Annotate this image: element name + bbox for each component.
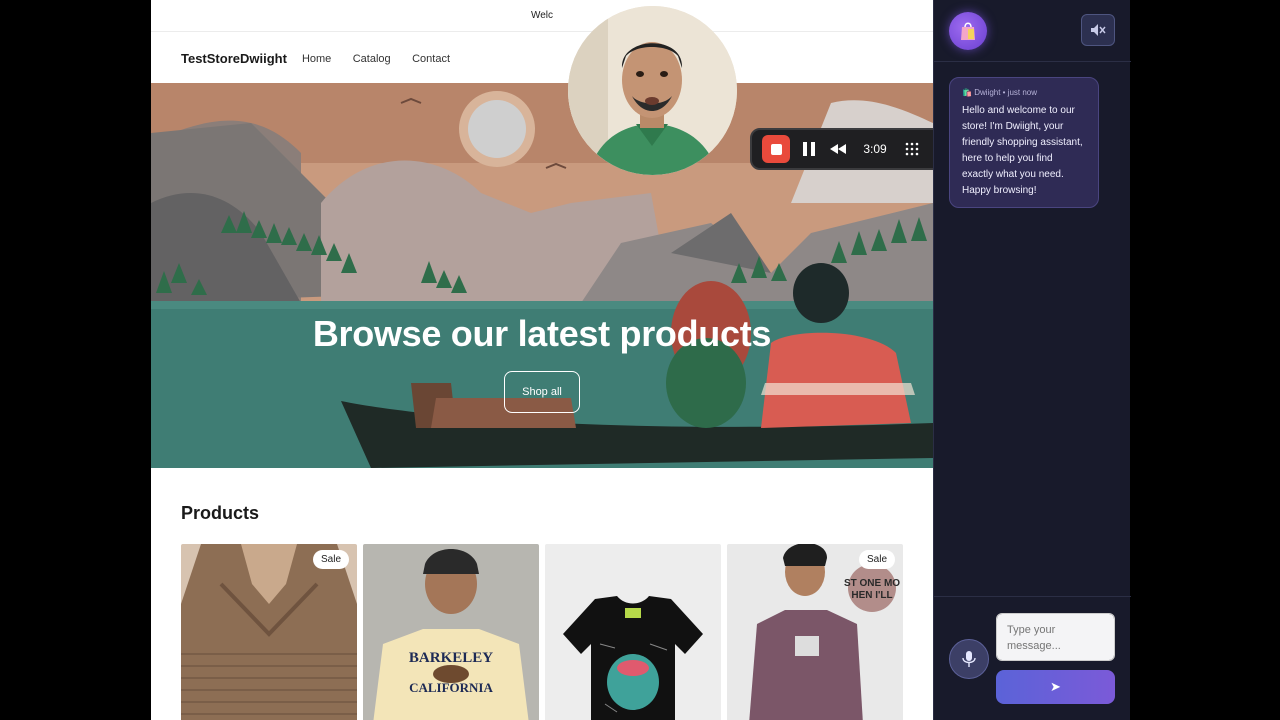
stop-icon <box>770 143 782 155</box>
svg-text:ST ONE MO: ST ONE MO <box>844 578 900 589</box>
svg-text:CALIFORNIA: CALIFORNIA <box>409 680 493 695</box>
chat-panel: 🛍️ Dwiight • just now Hello and welcome … <box>933 0 1131 720</box>
store-logo[interactable]: TestStoreDwiight <box>181 51 287 66</box>
chat-header <box>934 0 1131 62</box>
nav-catalog[interactable]: Catalog <box>353 53 391 65</box>
screen: Welc TestStoreDwiight Home Catalog Conta… <box>0 0 1280 720</box>
chat-composer: ➤ <box>934 596 1131 720</box>
send-icon: ➤ <box>1050 679 1061 694</box>
message-text: Hello and welcome to our store! I'm Dwii… <box>962 105 1083 196</box>
hero-title: Browse our latest products <box>312 313 772 354</box>
sale-badge: Sale <box>858 550 895 569</box>
stop-recording-button[interactable] <box>762 135 790 163</box>
send-button[interactable]: ➤ <box>996 670 1115 704</box>
product-image-tee-purple: ST ONE MO HEN I'LL <box>727 544 903 720</box>
svg-text:HEN I'LL: HEN I'LL <box>851 590 892 601</box>
grid-icon <box>905 142 919 156</box>
message-time: just now <box>1007 88 1038 97</box>
assistant-message: 🛍️ Dwiight • just now Hello and welcome … <box>949 77 1099 208</box>
microphone-button[interactable] <box>949 639 989 679</box>
sale-badge: Sale <box>312 550 349 569</box>
pause-button[interactable] <box>799 139 819 159</box>
nav-home[interactable]: Home <box>302 53 331 65</box>
rewind-icon <box>830 144 846 154</box>
message-author: Dwiight <box>974 88 1001 97</box>
product-image-tee-black <box>545 544 721 720</box>
shop-all-button[interactable]: Shop all <box>504 371 580 413</box>
product-grid: Sale BARKELEY CALIFORNIA ST ONE MO HEN I… <box>181 544 903 720</box>
products-heading: Products <box>181 503 260 523</box>
product-card[interactable]: BARKELEY CALIFORNIA <box>363 544 539 720</box>
recording-timer: 3:09 <box>863 142 887 156</box>
product-card[interactable] <box>545 544 721 720</box>
message-meta: 🛍️ Dwiight • just now <box>962 88 1086 97</box>
product-card[interactable]: Sale <box>181 544 357 720</box>
speaker-muted-icon <box>1091 24 1106 36</box>
microphone-icon <box>962 651 976 667</box>
store-page: Welc TestStoreDwiight Home Catalog Conta… <box>151 0 933 720</box>
rewind-button[interactable] <box>828 139 848 159</box>
webcam-overlay[interactable] <box>568 6 737 175</box>
main-nav: Home Catalog Contact <box>302 49 467 67</box>
meta-separator: • <box>1000 88 1008 97</box>
product-image-tee-cream: BARKELEY CALIFORNIA <box>363 544 539 720</box>
svg-text:BARKELEY: BARKELEY <box>409 650 493 666</box>
shopping-bag-icon <box>961 22 975 40</box>
message-input[interactable] <box>996 613 1115 661</box>
presenter-video <box>568 6 737 175</box>
assistant-avatar <box>949 12 987 50</box>
store-header: TestStoreDwiight Home Catalog Contact <box>151 33 933 83</box>
shopping-bag-icon: 🛍️ <box>962 88 972 97</box>
announcement-text: Welc <box>530 10 554 21</box>
announcement-bar: Welc <box>151 0 933 32</box>
grid-button[interactable] <box>902 139 922 159</box>
nav-contact[interactable]: Contact <box>412 53 450 65</box>
product-card[interactable]: ST ONE MO HEN I'LL Sale <box>727 544 903 720</box>
product-image-polo <box>181 544 357 720</box>
mute-button[interactable] <box>1081 14 1115 46</box>
pause-icon <box>803 142 815 156</box>
